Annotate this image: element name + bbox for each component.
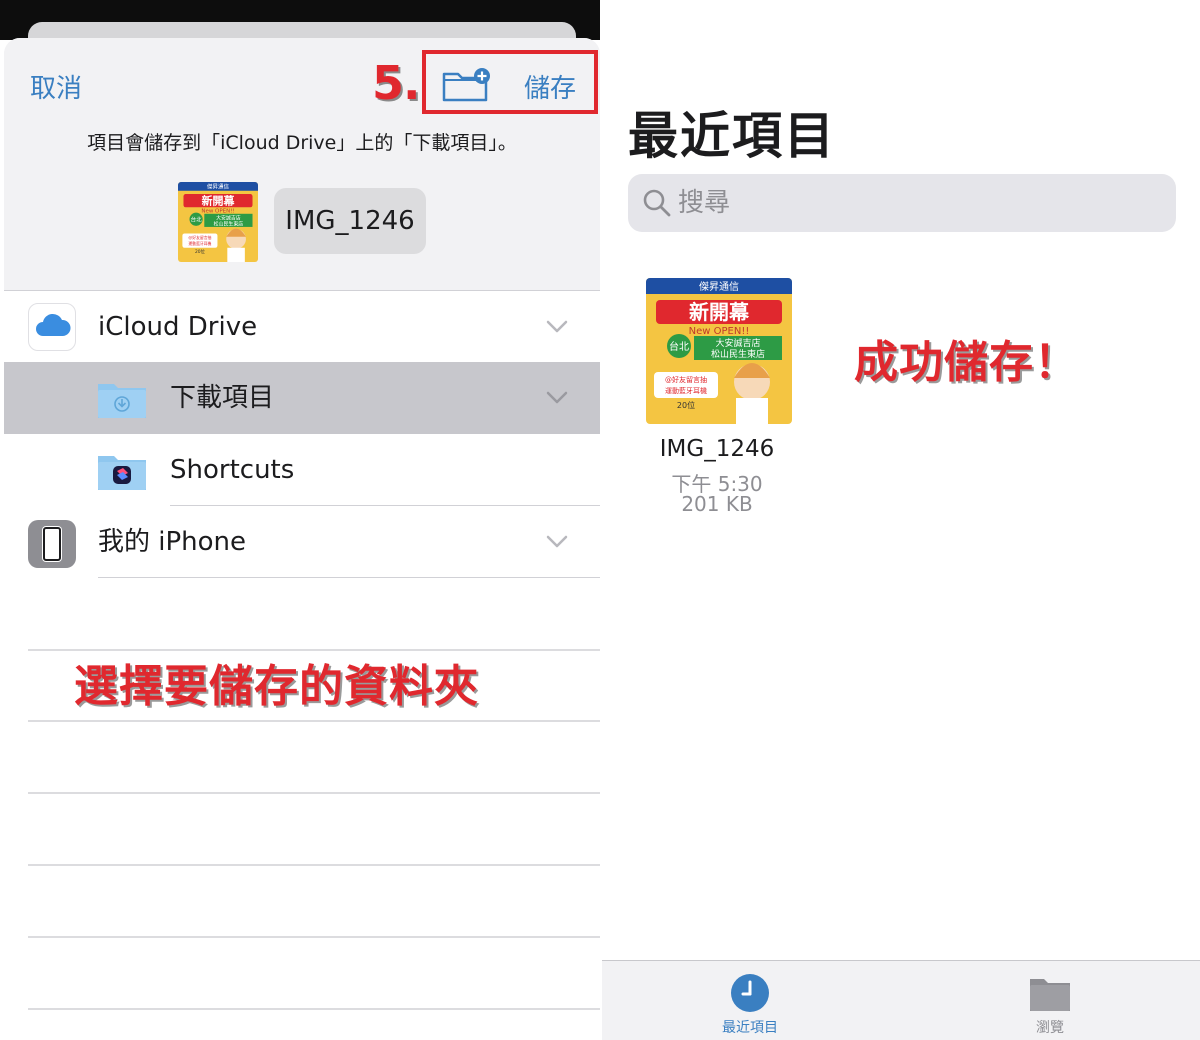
file-name: IMG_1246 (659, 436, 775, 462)
empty-row-divider (28, 792, 600, 794)
download-folder-icon (98, 384, 146, 418)
folder-icon (1030, 979, 1070, 1011)
svg-text:New OPEN!!: New OPEN!! (689, 326, 750, 337)
location-label: iCloud Drive (98, 312, 258, 342)
files-recents-panel: 最近項目 傑昇通信 新開幕 New OPEN!! 台北 大安誠吉店 松山民生東店 (600, 0, 1200, 1040)
svg-text:運動藍牙耳機: 運動藍牙耳機 (665, 386, 707, 395)
tab-label: 瀏覽 (1036, 1020, 1064, 1036)
image-thumbnail-icon: 傑昇通信 新開幕 New OPEN!! 台北 大安誠吉店 松山民生東店 @好友留… (646, 278, 792, 424)
iphone-icon (28, 520, 76, 568)
svg-text:新開幕: 新開幕 (202, 193, 236, 207)
location-label: Shortcuts (170, 455, 295, 485)
svg-text:台北: 台北 (669, 340, 689, 353)
chevron-down-icon[interactable] (544, 384, 570, 410)
search-bar[interactable] (628, 174, 1176, 232)
shortcuts-folder-icon (98, 456, 146, 490)
filename-field[interactable]: IMG_1246 (274, 188, 426, 254)
svg-text:松山民生東店: 松山民生東店 (711, 348, 765, 360)
empty-row-divider (28, 936, 600, 938)
empty-row-divider (28, 864, 600, 866)
svg-text:大安誠吉店: 大安誠吉店 (715, 337, 760, 349)
save-button[interactable]: 儲存 (524, 68, 576, 105)
chevron-down-icon[interactable] (544, 528, 570, 554)
search-icon (643, 189, 671, 217)
page-title: 最近項目 (628, 107, 836, 165)
search-input[interactable] (678, 174, 1158, 232)
location-row-my-iphone[interactable]: 我的 iPhone (4, 506, 600, 578)
icloud-icon (28, 303, 76, 351)
location-label: 我的 iPhone (98, 527, 247, 557)
cancel-button[interactable]: 取消 (30, 68, 82, 105)
clock-icon (731, 974, 769, 1012)
location-label: 下載項目 (170, 383, 275, 413)
image-thumbnail-icon: 傑昇通信 新開幕 New OPEN!! 台北 大安誠吉店 松山民生東店 @好友留… (178, 182, 258, 262)
svg-text:新開幕: 新開幕 (689, 300, 750, 324)
folder-plus-icon[interactable] (442, 68, 492, 102)
sheet-header: 取消 5. 儲存 項目會儲存到「iCloud Drive」上的「下載項目」。 傑… (4, 38, 600, 290)
svg-text:20位: 20位 (677, 400, 695, 410)
svg-text:大安誠吉店: 大安誠吉店 (216, 214, 241, 221)
svg-text:@好友留言抽: @好友留言抽 (188, 235, 211, 240)
annotation-save-success: 成功儲存！ (854, 337, 1079, 388)
annotation-choose-folder: 選擇要儲存的資料夾 (74, 661, 479, 712)
svg-text:運動藍牙耳機: 運動藍牙耳機 (188, 241, 211, 246)
divider (98, 577, 600, 578)
tab-label: 最近項目 (722, 1020, 778, 1036)
location-row-icloud-drive[interactable]: iCloud Drive (4, 291, 600, 363)
empty-row-divider (28, 1008, 600, 1010)
tab-browse[interactable]: 瀏覽 (950, 961, 1150, 1040)
location-row-shortcuts[interactable]: Shortcuts (4, 434, 600, 506)
location-row-downloads[interactable]: 下載項目 (4, 362, 600, 434)
tab-recents[interactable]: 最近項目 (650, 961, 850, 1040)
chevron-down-icon[interactable] (544, 313, 570, 339)
save-sheet-panel: 取消 5. 儲存 項目會儲存到「iCloud Drive」上的「下載項目」。 傑… (0, 0, 600, 1040)
save-destination-info: 項目會儲存到「iCloud Drive」上的「下載項目」。 (87, 132, 517, 154)
file-size: 201 KB (681, 492, 753, 516)
empty-row-divider (28, 720, 600, 722)
tab-bar: 最近項目 瀏覽 (602, 960, 1200, 1040)
svg-text:傑昇通信: 傑昇通信 (699, 281, 739, 293)
svg-text:@好友留言抽: @好友留言抽 (665, 375, 707, 384)
svg-text:松山民生東店: 松山民生東店 (214, 220, 244, 227)
step-annotation: 5. (372, 56, 420, 110)
